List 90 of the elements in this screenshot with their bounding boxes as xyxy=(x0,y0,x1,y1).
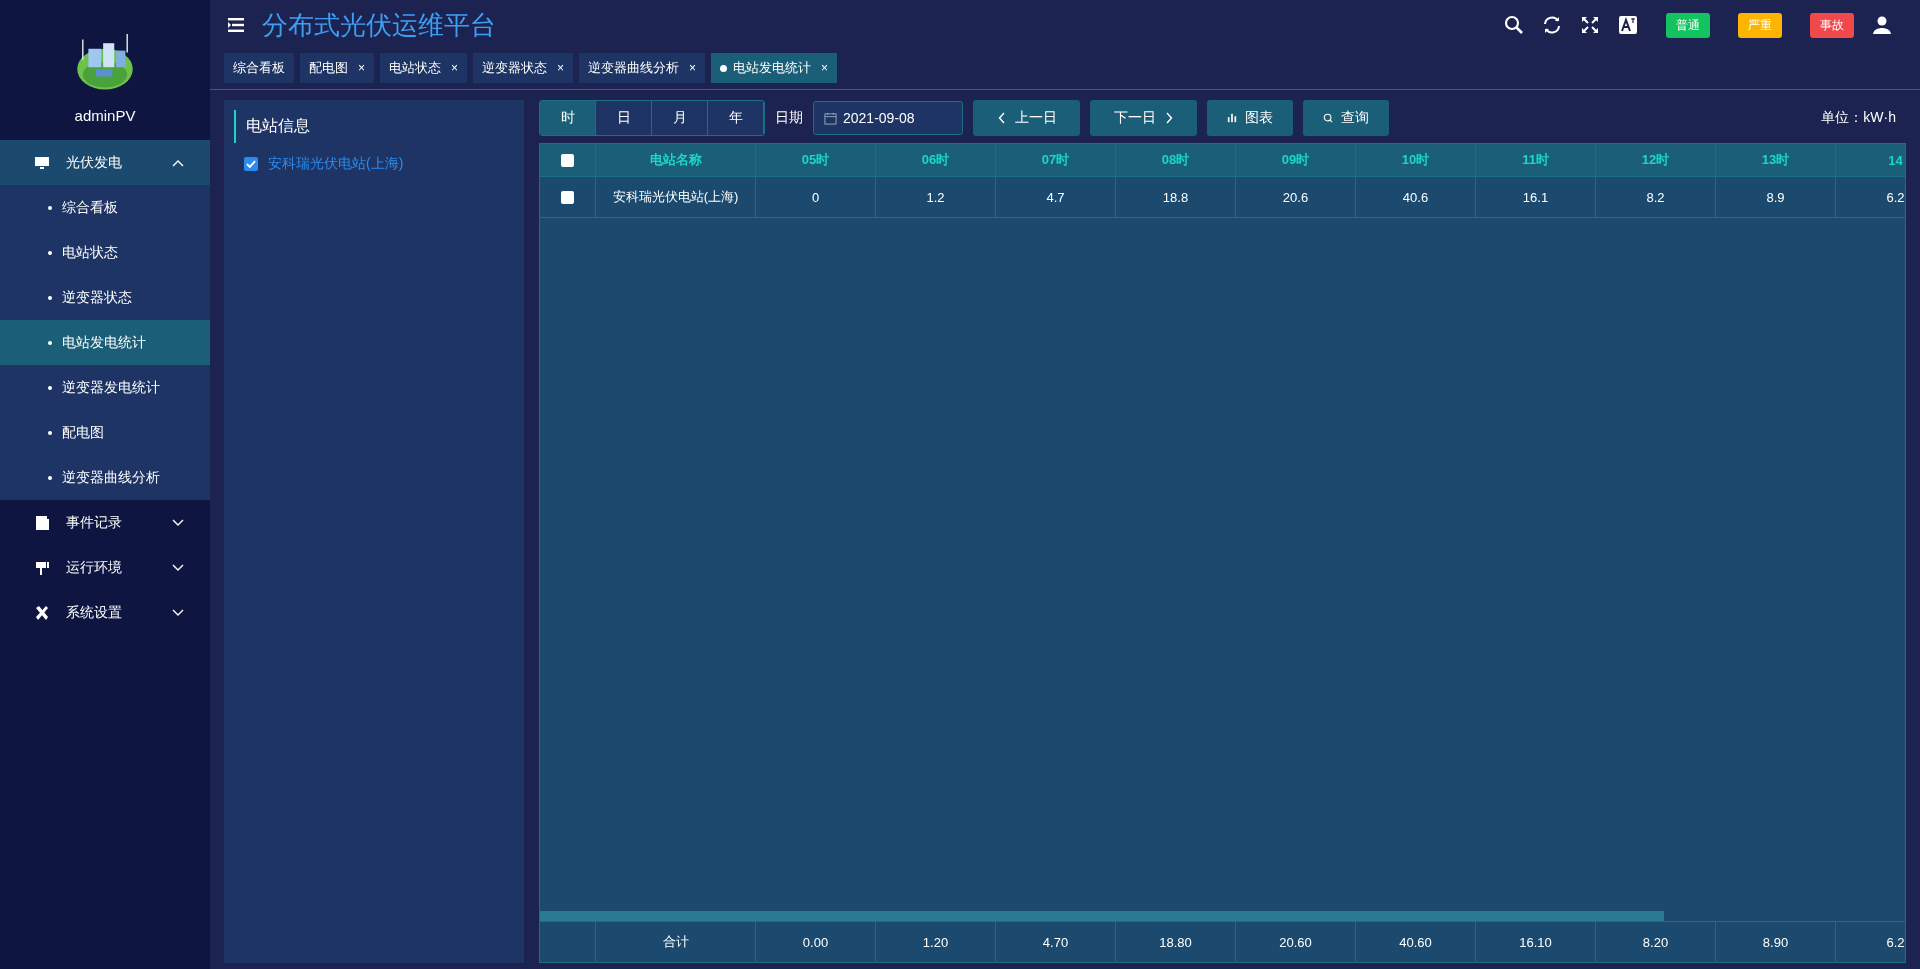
table-cell: 6.2 xyxy=(1886,934,1905,950)
table-cell: 6.2 xyxy=(1886,189,1905,205)
column-header: 12时 xyxy=(1641,151,1670,169)
table-cell: 8.20 xyxy=(1642,934,1669,950)
column-header: 08时 xyxy=(1161,151,1190,169)
table-cell: 1.20 xyxy=(922,934,949,950)
user-name: adminPV xyxy=(74,107,136,124)
bar-chart-icon xyxy=(1227,112,1237,124)
chevron-right-icon xyxy=(1163,112,1174,124)
chevron-icon xyxy=(172,563,184,572)
table-cell: 0.00 xyxy=(802,934,829,950)
column-header: 14 xyxy=(1888,152,1903,168)
table-cell: 40.60 xyxy=(1399,934,1432,950)
table-cell: 18.8 xyxy=(1162,189,1189,205)
search-icon[interactable] xyxy=(1504,15,1524,35)
date-label: 日期 xyxy=(775,109,803,127)
menu-item[interactable]: 逆变器曲线分析 xyxy=(0,455,210,500)
period-tab[interactable]: 年 xyxy=(708,101,764,135)
menu-group[interactable]: 事件记录 xyxy=(0,500,210,545)
column-header: 05时 xyxy=(801,151,830,169)
table-cell: 0 xyxy=(811,189,820,205)
station-label[interactable]: 安科瑞光伏电站(上海) xyxy=(268,155,404,173)
table-cell: 4.7 xyxy=(1046,189,1065,205)
close-button[interactable]: × xyxy=(451,61,459,75)
menu-item[interactable]: 电站状态 xyxy=(0,230,210,275)
menu-group[interactable]: 光伏发电 xyxy=(0,140,210,185)
close-button[interactable]: × xyxy=(689,61,697,75)
table-cell: 20.6 xyxy=(1282,189,1309,205)
tab[interactable]: 逆变器曲线分析 × xyxy=(579,53,706,83)
fullscreen-icon[interactable] xyxy=(1580,15,1600,35)
menu-item[interactable]: 综合看板 xyxy=(0,185,210,230)
chevron-icon xyxy=(172,518,184,527)
app-title: 分布式光伏运维平台 xyxy=(262,8,496,42)
active-dot-icon xyxy=(720,64,728,72)
column-header: 07时 xyxy=(1041,151,1070,169)
chevron-left-icon xyxy=(996,112,1007,124)
close-button[interactable]: × xyxy=(358,61,365,75)
column-header: 09时 xyxy=(1281,151,1310,169)
menu-item[interactable]: 配电图 xyxy=(0,410,210,455)
menu-item[interactable]: 逆变器状态 xyxy=(0,275,210,320)
column-header: 10时 xyxy=(1401,151,1430,169)
table-cell: 1.2 xyxy=(926,189,945,205)
unit-label: 单位：kW·h xyxy=(1821,109,1896,127)
total-label: 合计 xyxy=(662,933,689,951)
user-icon[interactable] xyxy=(1872,15,1892,35)
calendar-icon xyxy=(824,111,837,125)
tab[interactable]: 逆变器状态 × xyxy=(473,53,574,83)
search-icon xyxy=(1323,112,1333,124)
table-cell: 8.9 xyxy=(1766,189,1785,205)
column-header: 06时 xyxy=(921,151,950,169)
table-cell: 8.90 xyxy=(1762,934,1789,950)
tab[interactable]: 综合看板 xyxy=(224,53,294,83)
table-cell: 安科瑞光伏电站(上海) xyxy=(612,188,739,206)
table-cell: 20.60 xyxy=(1279,934,1312,950)
period-tab[interactable]: 日 xyxy=(596,101,652,135)
checkbox[interactable] xyxy=(244,157,258,171)
checkbox[interactable] xyxy=(561,190,574,204)
table-cell: 16.1 xyxy=(1522,189,1549,205)
previous-day-button[interactable]: 上一日 xyxy=(973,100,1080,136)
scrollbar-thumb[interactable] xyxy=(540,911,1664,921)
tab[interactable]: 电站状态 × xyxy=(380,53,468,83)
checkbox[interactable] xyxy=(561,153,574,167)
column-header: 13时 xyxy=(1761,151,1790,169)
menu-item[interactable]: 逆变器发电统计 xyxy=(0,365,210,410)
menu-item[interactable]: 电站发电统计 xyxy=(0,320,210,365)
close-button[interactable]: × xyxy=(557,61,565,75)
table-cell: 4.70 xyxy=(1042,934,1069,950)
chart-button[interactable]: 图表 xyxy=(1207,100,1293,136)
refresh-icon[interactable] xyxy=(1542,15,1562,35)
menu-group[interactable]: 运行环境 xyxy=(0,545,210,590)
next-day-button[interactable]: 下一日 xyxy=(1090,100,1197,136)
column-header: 电站名称 xyxy=(649,151,702,169)
table-cell: 16.10 xyxy=(1519,934,1552,950)
menu-group[interactable]: 系统设置 xyxy=(0,590,210,635)
table-cell: 8.2 xyxy=(1646,189,1665,205)
table-cell: 40.6 xyxy=(1402,189,1429,205)
panel-title: 电站信息 xyxy=(234,110,514,143)
column-header: 11时 xyxy=(1522,151,1549,169)
date-field[interactable]: 2021-09-08 xyxy=(813,101,963,135)
translate-icon[interactable] xyxy=(1618,15,1638,35)
query-button[interactable]: 查询 xyxy=(1303,100,1389,136)
period-tab[interactable]: 月 xyxy=(652,101,708,135)
status-badge[interactable]: 事故 xyxy=(1810,12,1854,38)
chevron-icon xyxy=(172,158,184,167)
tab[interactable]: 电站发电统计 × xyxy=(711,53,838,83)
period-tab[interactable]: 时 xyxy=(540,101,596,135)
close-button[interactable]: × xyxy=(821,61,829,75)
tab[interactable]: 配电图 × xyxy=(300,53,374,83)
chevron-icon xyxy=(172,608,184,617)
table-cell: 18.80 xyxy=(1159,934,1192,950)
